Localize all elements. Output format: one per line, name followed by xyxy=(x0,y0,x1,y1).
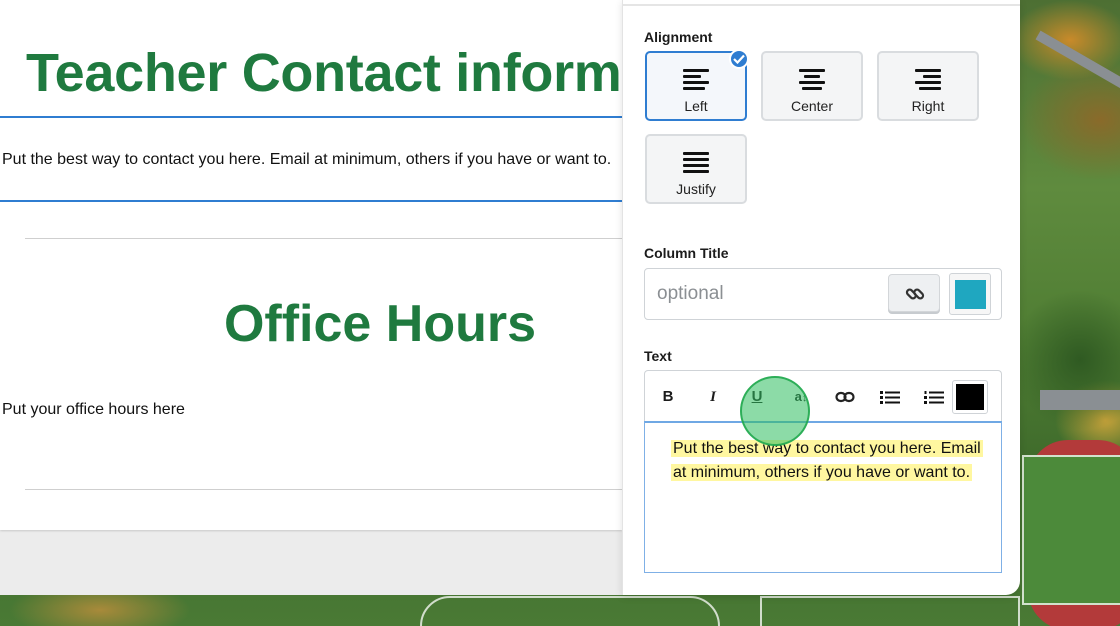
align-left-label: Left xyxy=(684,98,708,114)
page-content: Teacher Contact information Put the best… xyxy=(0,0,622,530)
selected-text-block[interactable]: Put the best way to contact you here. Em… xyxy=(0,116,622,202)
align-center-button[interactable]: Center xyxy=(761,51,863,121)
align-justify-label: Justify xyxy=(676,181,716,197)
align-right-button[interactable]: Right xyxy=(877,51,979,121)
text-color-swatch[interactable] xyxy=(952,380,988,414)
align-right-icon xyxy=(915,69,941,91)
bulleted-list-button[interactable] xyxy=(875,383,905,411)
insert-link-button[interactable] xyxy=(830,383,860,411)
alignment-label: Alignment xyxy=(644,29,713,45)
title-link-button[interactable] xyxy=(888,274,940,312)
divider xyxy=(25,238,622,239)
text-toolbar: B I U a↕ xyxy=(644,370,1002,422)
contact-heading[interactable]: Teacher Contact information xyxy=(26,42,622,104)
numbered-list-button[interactable] xyxy=(919,383,949,411)
numbered-list-icon xyxy=(924,391,944,404)
align-justify-icon xyxy=(683,152,709,174)
bulleted-list-icon xyxy=(880,391,900,404)
title-color-fill xyxy=(955,280,986,309)
block-settings-panel: Alignment Left Center Right Justify Colu… xyxy=(622,0,1020,595)
text-color-fill xyxy=(956,384,984,410)
align-justify-button[interactable]: Justify xyxy=(645,134,747,204)
align-center-icon xyxy=(799,69,825,91)
text-editor[interactable]: Put the best way to contact you here. Em… xyxy=(644,421,1002,573)
click-indicator xyxy=(740,376,810,446)
link-icon xyxy=(905,288,925,300)
office-hours-paragraph[interactable]: Put your office hours here xyxy=(2,401,185,419)
page-canvas: Teacher Contact information Put the best… xyxy=(0,0,622,595)
editor-content[interactable]: Put the best way to contact you here. Em… xyxy=(671,437,989,484)
align-left-icon xyxy=(683,69,709,91)
divider xyxy=(25,489,622,490)
italic-button[interactable]: I xyxy=(698,383,728,411)
checkmark-icon xyxy=(729,49,749,69)
contact-paragraph[interactable]: Put the best way to contact you here. Em… xyxy=(2,151,611,169)
column-title-label: Column Title xyxy=(644,245,729,261)
title-color-swatch[interactable] xyxy=(949,273,991,315)
panel-top-border xyxy=(623,0,1020,6)
link-icon xyxy=(835,391,855,403)
bold-button[interactable]: B xyxy=(653,383,683,411)
column-title-input[interactable] xyxy=(657,281,877,307)
text-label: Text xyxy=(644,348,672,364)
column-title-field xyxy=(644,268,1002,320)
align-left-button[interactable]: Left xyxy=(645,49,749,121)
heading-clip: Teacher Contact information xyxy=(0,0,622,120)
align-right-label: Right xyxy=(911,98,945,114)
align-center-label: Center xyxy=(790,98,834,114)
highlighted-text: Put the best way to contact you here. Em… xyxy=(671,440,983,481)
